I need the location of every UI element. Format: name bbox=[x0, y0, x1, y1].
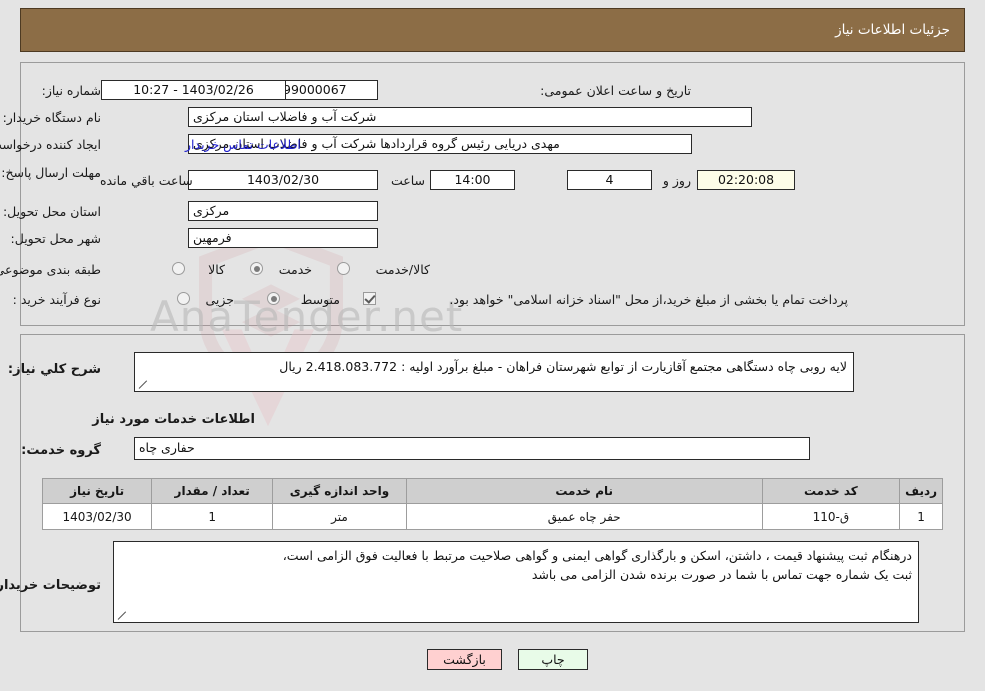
radio-category-goods-service-label: کالا/خدمت bbox=[375, 262, 430, 277]
radio-category-goods-service[interactable] bbox=[337, 262, 350, 275]
radio-category-service-label: خدمت bbox=[278, 262, 312, 277]
deadline-days-label: روز و bbox=[662, 173, 691, 188]
city-field[interactable]: فرمهین bbox=[188, 228, 378, 248]
window-title-bar: جزئیات اطلاعات نیاز bbox=[20, 8, 965, 52]
cell-code: ق-110 bbox=[761, 503, 901, 530]
general-desc-textarea[interactable]: لایه روبی چاه دستگاهی مجتمع آقازیارت از … bbox=[134, 352, 854, 392]
deadline-hour-label: ساعت bbox=[390, 173, 425, 188]
radio-purchase-medium[interactable] bbox=[267, 292, 280, 305]
radio-purchase-medium-label: متوسط bbox=[300, 292, 340, 307]
cell-date: 1403/02/30 bbox=[41, 503, 153, 530]
deadline-label: مهلت ارسال پاسخ: تا تاریخ: bbox=[0, 164, 101, 181]
need-number-label: شماره نیاز: bbox=[41, 83, 101, 98]
radio-category-service[interactable] bbox=[250, 262, 263, 275]
general-desc-text: لایه روبی چاه دستگاهی مجتمع آقازیارت از … bbox=[279, 359, 847, 374]
buyer-notes-line-2: ثبت یک شماره جهت تماس با شما در صورت برن… bbox=[531, 567, 912, 582]
deadline-label-text: مهلت ارسال پاسخ: تا تاریخ: bbox=[0, 165, 101, 180]
page-root: AnaTender.net جزئیات اطلاعات نیاز شماره … bbox=[0, 0, 985, 691]
category-label: طبقه بندی موضوعی: bbox=[0, 262, 101, 277]
deadline-countdown-suffix: ساعت باقي مانده bbox=[100, 173, 193, 188]
deadline-hour-field[interactable]: 14:00 bbox=[430, 170, 515, 190]
buyer-notes-line-1: درهنگام ثبت پیشنهاد قیمت ، داشتن، اسکن و… bbox=[282, 548, 912, 563]
deadline-date-field[interactable]: 1403/02/30 bbox=[188, 170, 378, 190]
service-group-field[interactable]: حفاری چاه bbox=[134, 437, 810, 460]
requester-label: ایجاد کننده درخواست: bbox=[0, 137, 101, 152]
services-heading: اطلاعات خدمات مورد نیاز bbox=[92, 412, 255, 427]
col-row: ردیف bbox=[899, 478, 943, 504]
radio-purchase-minor[interactable] bbox=[177, 292, 190, 305]
col-unit: واحد اندازه گیری bbox=[272, 478, 407, 504]
print-button[interactable]: چاپ bbox=[518, 649, 588, 670]
col-name: نام خدمت bbox=[405, 478, 763, 504]
resize-grip-icon[interactable] bbox=[117, 611, 127, 621]
general-desc-label: شرح کلي نیاز: bbox=[7, 362, 101, 377]
page-title: جزئیات اطلاعات نیاز bbox=[835, 22, 950, 38]
resize-grip-icon[interactable] bbox=[138, 380, 148, 390]
announce-datetime-label: تاریخ و ساعت اعلان عمومی: bbox=[540, 83, 691, 98]
cell-unit: متر bbox=[272, 503, 407, 530]
deadline-days-field[interactable]: 4 bbox=[567, 170, 652, 190]
col-quantity: تعداد / مقدار bbox=[151, 478, 274, 504]
services-table: ردیف کد خدمت نام خدمت واحد اندازه گیری ت… bbox=[41, 478, 943, 530]
treasury-bond-note: پرداخت تمام یا بخشی از مبلغ خرید،از محل … bbox=[449, 292, 848, 307]
col-code: کد خدمت bbox=[761, 478, 901, 504]
buyer-org-label: نام دستگاه خریدار: bbox=[2, 110, 101, 125]
province-label: استان محل تحویل: bbox=[2, 204, 101, 219]
announce-datetime-field[interactable]: 1403/02/26 - 10:27 bbox=[101, 80, 286, 100]
table-row: 1 ق-110 حفر چاه عمیق متر 1 1403/02/30 bbox=[41, 503, 943, 530]
back-button[interactable]: بازگشت bbox=[427, 649, 502, 670]
radio-category-goods[interactable] bbox=[172, 262, 185, 275]
cell-quantity: 1 bbox=[151, 503, 274, 530]
cell-row: 1 bbox=[899, 503, 943, 530]
service-group-label: گروه خدمت: bbox=[21, 443, 101, 458]
treasury-bond-checkbox[interactable] bbox=[363, 292, 376, 305]
buyer-org-field[interactable]: شرکت آب و فاضلاب استان مرکزی bbox=[188, 107, 752, 127]
deadline-countdown-field: 02:20:08 bbox=[697, 170, 795, 190]
city-label: شهر محل تحویل: bbox=[10, 231, 101, 246]
top-info-panel bbox=[20, 62, 965, 326]
purchase-type-label: نوع فرآیند خرید : bbox=[12, 292, 101, 307]
buyer-notes-textarea[interactable]: درهنگام ثبت پیشنهاد قیمت ، داشتن، اسکن و… bbox=[113, 541, 919, 623]
table-header-row: ردیف کد خدمت نام خدمت واحد اندازه گیری ت… bbox=[41, 478, 943, 504]
radio-purchase-minor-label: جزیی bbox=[205, 292, 234, 307]
province-field[interactable]: مرکزی bbox=[188, 201, 378, 221]
radio-category-goods-label: کالا bbox=[208, 262, 225, 277]
buyer-contact-link[interactable]: اطلاعات تماس خریدار bbox=[185, 137, 301, 152]
cell-name: حفر چاه عمیق bbox=[405, 503, 763, 530]
buyer-notes-label: توضیحات خریدار: bbox=[0, 578, 101, 593]
col-date: تاریخ نیاز bbox=[41, 478, 153, 504]
